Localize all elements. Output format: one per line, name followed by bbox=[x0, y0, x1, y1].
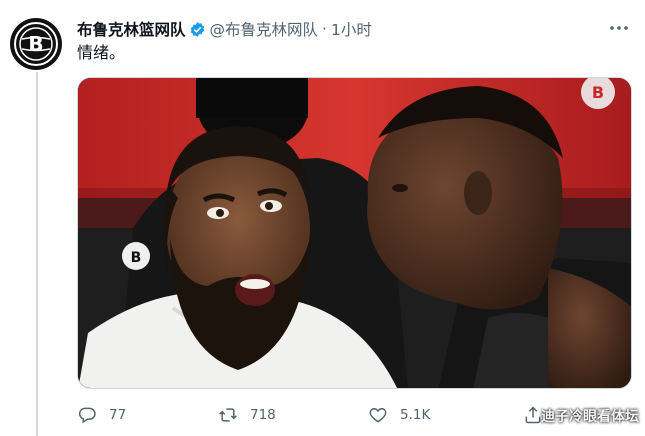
account-handle[interactable]: @布鲁克林网队 bbox=[210, 18, 319, 40]
svg-text:B: B bbox=[592, 83, 604, 102]
tweet-header: 布鲁克林篮网队 @布鲁克林网队 · 1小时 bbox=[77, 16, 372, 42]
svg-text:B: B bbox=[131, 250, 142, 266]
verified-badge-icon bbox=[190, 21, 204, 37]
more-icon[interactable] bbox=[607, 16, 631, 40]
heart-icon bbox=[369, 407, 387, 423]
account-name[interactable]: 布鲁克林篮网队 bbox=[77, 18, 186, 40]
retweet-icon bbox=[219, 408, 237, 422]
reply-icon bbox=[78, 407, 96, 424]
thread-line bbox=[36, 72, 38, 436]
timestamp[interactable]: 1小时 bbox=[331, 18, 372, 40]
watermark-text: 迪子冷眼看体坛 bbox=[541, 409, 639, 425]
like-count: 5.1K bbox=[400, 407, 431, 423]
retweet-count: 718 bbox=[250, 407, 276, 423]
share-icon bbox=[525, 406, 541, 424]
tweet-media-image[interactable]: B B bbox=[77, 77, 632, 389]
retweet-button[interactable]: 718 bbox=[218, 402, 276, 428]
tweet-text: 情绪。 bbox=[77, 43, 126, 62]
reply-count: 77 bbox=[109, 407, 127, 423]
nets-logo-icon: B bbox=[14, 22, 58, 66]
avatar[interactable]: B bbox=[10, 18, 62, 70]
separator-dot: · bbox=[322, 20, 327, 38]
like-button[interactable]: 5.1K bbox=[368, 402, 430, 428]
photo-two-players: B B bbox=[78, 78, 631, 388]
reply-button[interactable]: 77 bbox=[77, 402, 126, 428]
svg-text:B: B bbox=[28, 32, 43, 56]
